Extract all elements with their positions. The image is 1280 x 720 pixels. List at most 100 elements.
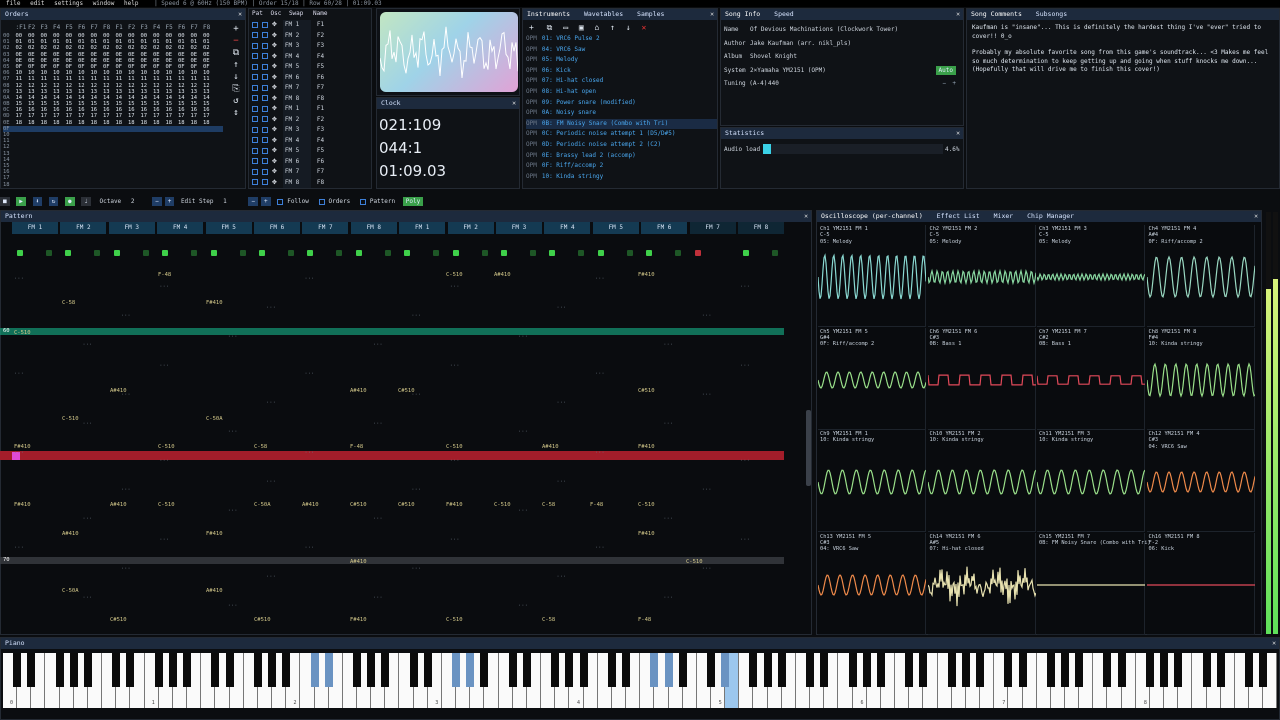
instrument-item[interactable]: OPM 07: Hi-hat closed	[526, 76, 717, 87]
order-cell[interactable]: 18	[203, 120, 216, 126]
pattern-note[interactable]: F#410	[638, 272, 655, 278]
pattern-empty-cell[interactable]: ···	[556, 400, 566, 406]
pattern-channel-header[interactable]: FM 1	[399, 222, 446, 234]
pattern-empty-cell[interactable]: ···	[82, 516, 92, 522]
pattern-note[interactable]: A#410	[350, 388, 367, 394]
piano-black-key[interactable]	[55, 653, 64, 687]
pattern-empty-cell[interactable]: ···	[121, 392, 131, 398]
piano-black-key[interactable]	[622, 653, 631, 687]
channel-short-name[interactable]: F3	[317, 42, 324, 49]
order-cell[interactable]: 18	[28, 120, 41, 126]
pattern-empty-cell[interactable]: ···	[740, 363, 750, 369]
move-icon[interactable]: ✥	[272, 177, 277, 186]
pattern-empty-cell[interactable]: ···	[373, 421, 383, 427]
piano-black-key[interactable]	[961, 653, 970, 687]
pattern-note[interactable]: F#410	[14, 502, 31, 508]
piano-black-key[interactable]	[112, 653, 121, 687]
folder-icon[interactable]: ⌂	[595, 23, 600, 32]
piano-black-key[interactable]	[763, 653, 772, 687]
channel-short-name[interactable]: F6	[317, 158, 324, 165]
channel-short-name[interactable]: F7	[317, 84, 324, 91]
instrument-item[interactable]: OPM 0B: FM Noisy Snare (Combo with Tri)	[526, 118, 717, 130]
tab-wavetables[interactable]: Wavetables	[584, 9, 623, 20]
pattern-empty-cell[interactable]: ···	[159, 284, 169, 290]
pattern-empty-cell[interactable]: ···	[595, 450, 605, 456]
pattern-note[interactable]: A#410	[302, 502, 319, 508]
order-cell[interactable]: 18	[66, 120, 79, 126]
instrument-item[interactable]: OPM 08: Hi-hat open	[526, 87, 717, 98]
stop-button[interactable]: ■	[0, 197, 10, 206]
pattern-empty-cell[interactable]: ···	[702, 566, 712, 572]
pattern-empty-cell[interactable]: ···	[159, 363, 169, 369]
channel-short-name[interactable]: F8	[317, 179, 324, 186]
move-icon[interactable]: ✥	[272, 40, 277, 49]
instrument-item[interactable]: OPM 04: VRC6 Saw	[526, 45, 717, 56]
channel-osc-checkbox[interactable]	[262, 137, 268, 143]
pattern-empty-cell[interactable]: ···	[266, 479, 276, 485]
channel-short-name[interactable]: F5	[317, 147, 324, 154]
move-icon[interactable]: ✥	[272, 61, 277, 70]
piano-black-key[interactable]	[466, 653, 475, 687]
instrument-item[interactable]: OPM 05: Melody	[526, 55, 717, 66]
pattern-channel-header[interactable]: FM 5	[592, 222, 639, 234]
pattern-note[interactable]: C-50A	[206, 416, 223, 422]
tuning-increase-button[interactable]: +	[952, 77, 956, 91]
instrument-item[interactable]: OPM 10: Kinda stringy	[526, 172, 717, 183]
pattern-channel-header[interactable]: FM 4	[157, 222, 204, 234]
pattern-empty-cell[interactable]: ···	[14, 276, 24, 282]
pattern-empty-cell[interactable]: ···	[159, 458, 169, 464]
menu-file[interactable]: file	[6, 0, 20, 7]
pattern-note[interactable]: C#510	[254, 617, 271, 623]
pattern-note[interactable]: F#410	[206, 300, 223, 306]
menu-window[interactable]: window	[93, 0, 115, 7]
save-icon[interactable]: ▣	[579, 23, 584, 32]
pattern-note[interactable]: C-510	[446, 444, 463, 450]
pattern-note[interactable]: C-510	[638, 502, 655, 508]
channel-name-field[interactable]: FM 3	[282, 41, 311, 52]
add-instrument-icon[interactable]: +	[529, 23, 534, 32]
piano-black-key[interactable]	[480, 653, 489, 687]
pattern-empty-cell[interactable]: ···	[373, 516, 383, 522]
pattern-note[interactable]: F-48	[350, 444, 363, 450]
tab-osc[interactable]: Osc	[270, 10, 281, 17]
move-icon[interactable]: ✥	[272, 82, 277, 91]
move-icon[interactable]: ✥	[272, 145, 277, 154]
play-button[interactable]: ▶	[16, 197, 26, 206]
order-cell[interactable]: 18	[166, 120, 179, 126]
pattern-empty-cell[interactable]: ···	[121, 313, 131, 319]
channel-osc-checkbox[interactable]	[262, 32, 268, 38]
channel-name-field[interactable]: FM 1	[282, 20, 311, 31]
piano-black-key[interactable]	[551, 653, 560, 687]
pattern-note[interactable]: C-510	[446, 617, 463, 623]
move-icon[interactable]: ✥	[272, 19, 277, 28]
pattern-empty-cell[interactable]: ···	[121, 487, 131, 493]
channel-name-field[interactable]: FM 7	[282, 83, 311, 94]
pattern-empty-cell[interactable]: ···	[121, 566, 131, 572]
pattern-note[interactable]: C#510	[638, 388, 655, 394]
piano-black-key[interactable]	[806, 653, 815, 687]
pattern-note[interactable]: A#410	[350, 559, 367, 565]
channel-pattern-checkbox[interactable]	[252, 147, 258, 154]
octave-field[interactable]: 2	[131, 198, 135, 205]
piano-black-key[interactable]	[1145, 653, 1154, 687]
channel-short-name[interactable]: F7	[317, 168, 324, 175]
pattern-note[interactable]: C#510	[398, 502, 415, 508]
menu-help[interactable]: help	[124, 0, 138, 7]
pattern-note[interactable]: C-50A	[254, 502, 271, 508]
piano-black-key[interactable]	[820, 653, 829, 687]
piano-black-key[interactable]	[508, 653, 517, 687]
channel-osc-checkbox[interactable]	[262, 53, 268, 59]
channel-pattern-checkbox[interactable]	[252, 74, 258, 80]
channel-osc-checkbox[interactable]	[262, 168, 268, 175]
pattern-channel-header[interactable]: FM 6	[641, 222, 688, 234]
pattern-note[interactable]: A#410	[62, 531, 79, 537]
order-row[interactable]: 12	[3, 144, 223, 150]
channel-short-name[interactable]: F3	[317, 126, 324, 133]
piano-black-key[interactable]	[1160, 653, 1169, 687]
pattern-channel-header[interactable]: FM 3	[496, 222, 542, 234]
pattern-note[interactable]: C-50A	[62, 588, 79, 594]
move-icon[interactable]: ✥	[272, 51, 277, 60]
menu-edit[interactable]: edit	[30, 0, 44, 7]
channel-name-field[interactable]: FM 5	[282, 146, 311, 157]
pattern-note[interactable]: C-58	[254, 444, 267, 450]
